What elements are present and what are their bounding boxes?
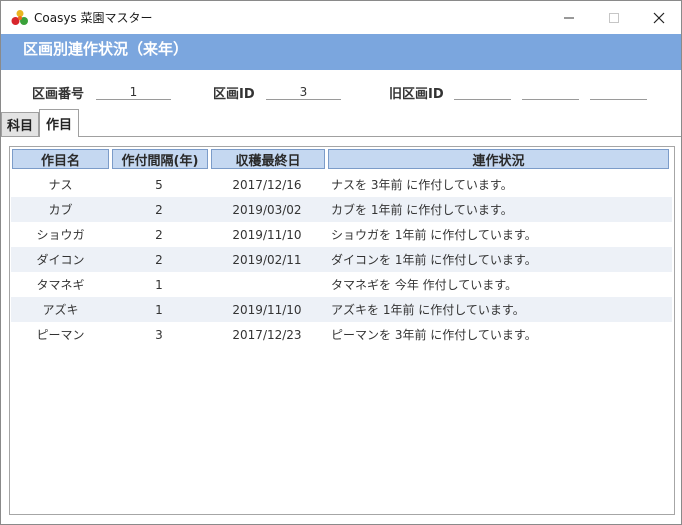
last-harvest-cell: 2019/11/10: [232, 302, 302, 317]
status-cell: アズキを 1年前 に作付しています。: [331, 303, 525, 317]
header-band: 区画別連作状況（来年）: [1, 34, 681, 70]
crop-name-cell: タマネギ: [36, 278, 85, 292]
table-row[interactable]: タマネギ 1 タマネギを 今年 作付しています。: [11, 272, 672, 297]
table-row[interactable]: ピーマン 3 2017/12/23 ピーマンを 3年前 に作付しています。: [11, 322, 672, 347]
tab-family[interactable]: 科目: [1, 112, 39, 136]
table-row[interactable]: ナス 5 2017/12/16 ナスを 3年前 に作付しています。: [11, 172, 672, 197]
interval-cell: 3: [155, 327, 163, 342]
crop-name-cell: アズキ: [42, 303, 79, 317]
maximize-button[interactable]: [591, 1, 636, 34]
vegetable-logo-icon: [11, 10, 28, 25]
crop-name-cell: ショウガ: [36, 228, 85, 242]
close-icon: [653, 12, 664, 23]
last-harvest-cell: 2017/12/23: [232, 327, 302, 342]
interval-cell: 2: [155, 252, 163, 267]
section-number-field[interactable]: 1: [96, 85, 171, 100]
close-button[interactable]: [636, 1, 681, 34]
crop-name-cell: ピーマン: [36, 328, 85, 342]
old-section-id-field-1[interactable]: [454, 85, 511, 100]
tab-crop[interactable]: 作目: [39, 109, 79, 137]
interval-cell: 2: [155, 227, 163, 242]
status-cell: ピーマンを 3年前 に作付しています。: [331, 328, 537, 342]
table-row[interactable]: カブ 2 2019/03/02 カブを 1年前 に作付しています。: [11, 197, 672, 222]
minimize-icon: [563, 17, 574, 18]
window-title: Coasys 菜園マスター: [34, 11, 153, 25]
old-section-id-field-2[interactable]: [522, 85, 579, 100]
status-cell: カブを 1年前 に作付しています。: [331, 203, 513, 217]
crop-name-cell: ナス: [48, 178, 73, 192]
old-section-id-field-3[interactable]: [590, 85, 647, 100]
last-harvest-cell: 2019/03/02: [232, 202, 302, 217]
last-harvest-cell: 2019/02/11: [232, 252, 302, 267]
status-cell: タマネギを 今年 作付しています。: [331, 278, 518, 292]
table-row[interactable]: ダイコン 2 2019/02/11 ダイコンを 1年前 に作付しています。: [11, 247, 672, 272]
section-number-label: 区画番号: [32, 87, 85, 102]
last-harvest-cell: 2019/11/10: [232, 227, 302, 242]
page-title: 区画別連作状況（来年）: [23, 40, 189, 58]
table-row[interactable]: アズキ 1 2019/11/10 アズキを 1年前 に作付しています。: [11, 297, 672, 322]
status-cell: ダイコンを 1年前 に作付しています。: [331, 253, 537, 267]
status-cell: ショウガを 1年前 に作付しています。: [331, 228, 537, 242]
column-header-interval[interactable]: 作付間隔(年): [112, 149, 208, 169]
old-section-id-label: 旧区画ID: [389, 87, 444, 102]
column-header-last-harvest[interactable]: 収穫最終日: [211, 149, 325, 169]
interval-cell: 1: [155, 302, 163, 317]
maximize-icon: [608, 12, 619, 23]
section-id-field[interactable]: 3: [266, 85, 341, 100]
column-header-crop-name[interactable]: 作目名: [12, 149, 109, 169]
table-row[interactable]: ショウガ 2 2019/11/10 ショウガを 1年前 に作付しています。: [11, 222, 672, 247]
crop-name-cell: カブ: [48, 203, 73, 217]
last-harvest-cell: 2017/12/16: [232, 177, 302, 192]
title-bar[interactable]: Coasys 菜園マスター: [1, 1, 681, 34]
last-harvest-cell: [211, 272, 323, 297]
section-id-label: 区画ID: [213, 87, 255, 102]
interval-cell: 1: [155, 277, 163, 292]
interval-cell: 2: [155, 202, 163, 217]
status-cell: ナスを 3年前 に作付しています。: [331, 178, 513, 192]
minimize-button[interactable]: [546, 1, 591, 34]
column-header-rotation-status[interactable]: 連作状況: [328, 149, 669, 169]
crop-name-cell: ダイコン: [36, 253, 85, 267]
app-window: Coasys 菜園マスター 区画別連作状況（来年） 区画番号 1 区画ID 3 …: [0, 0, 682, 525]
interval-cell: 5: [155, 177, 163, 192]
